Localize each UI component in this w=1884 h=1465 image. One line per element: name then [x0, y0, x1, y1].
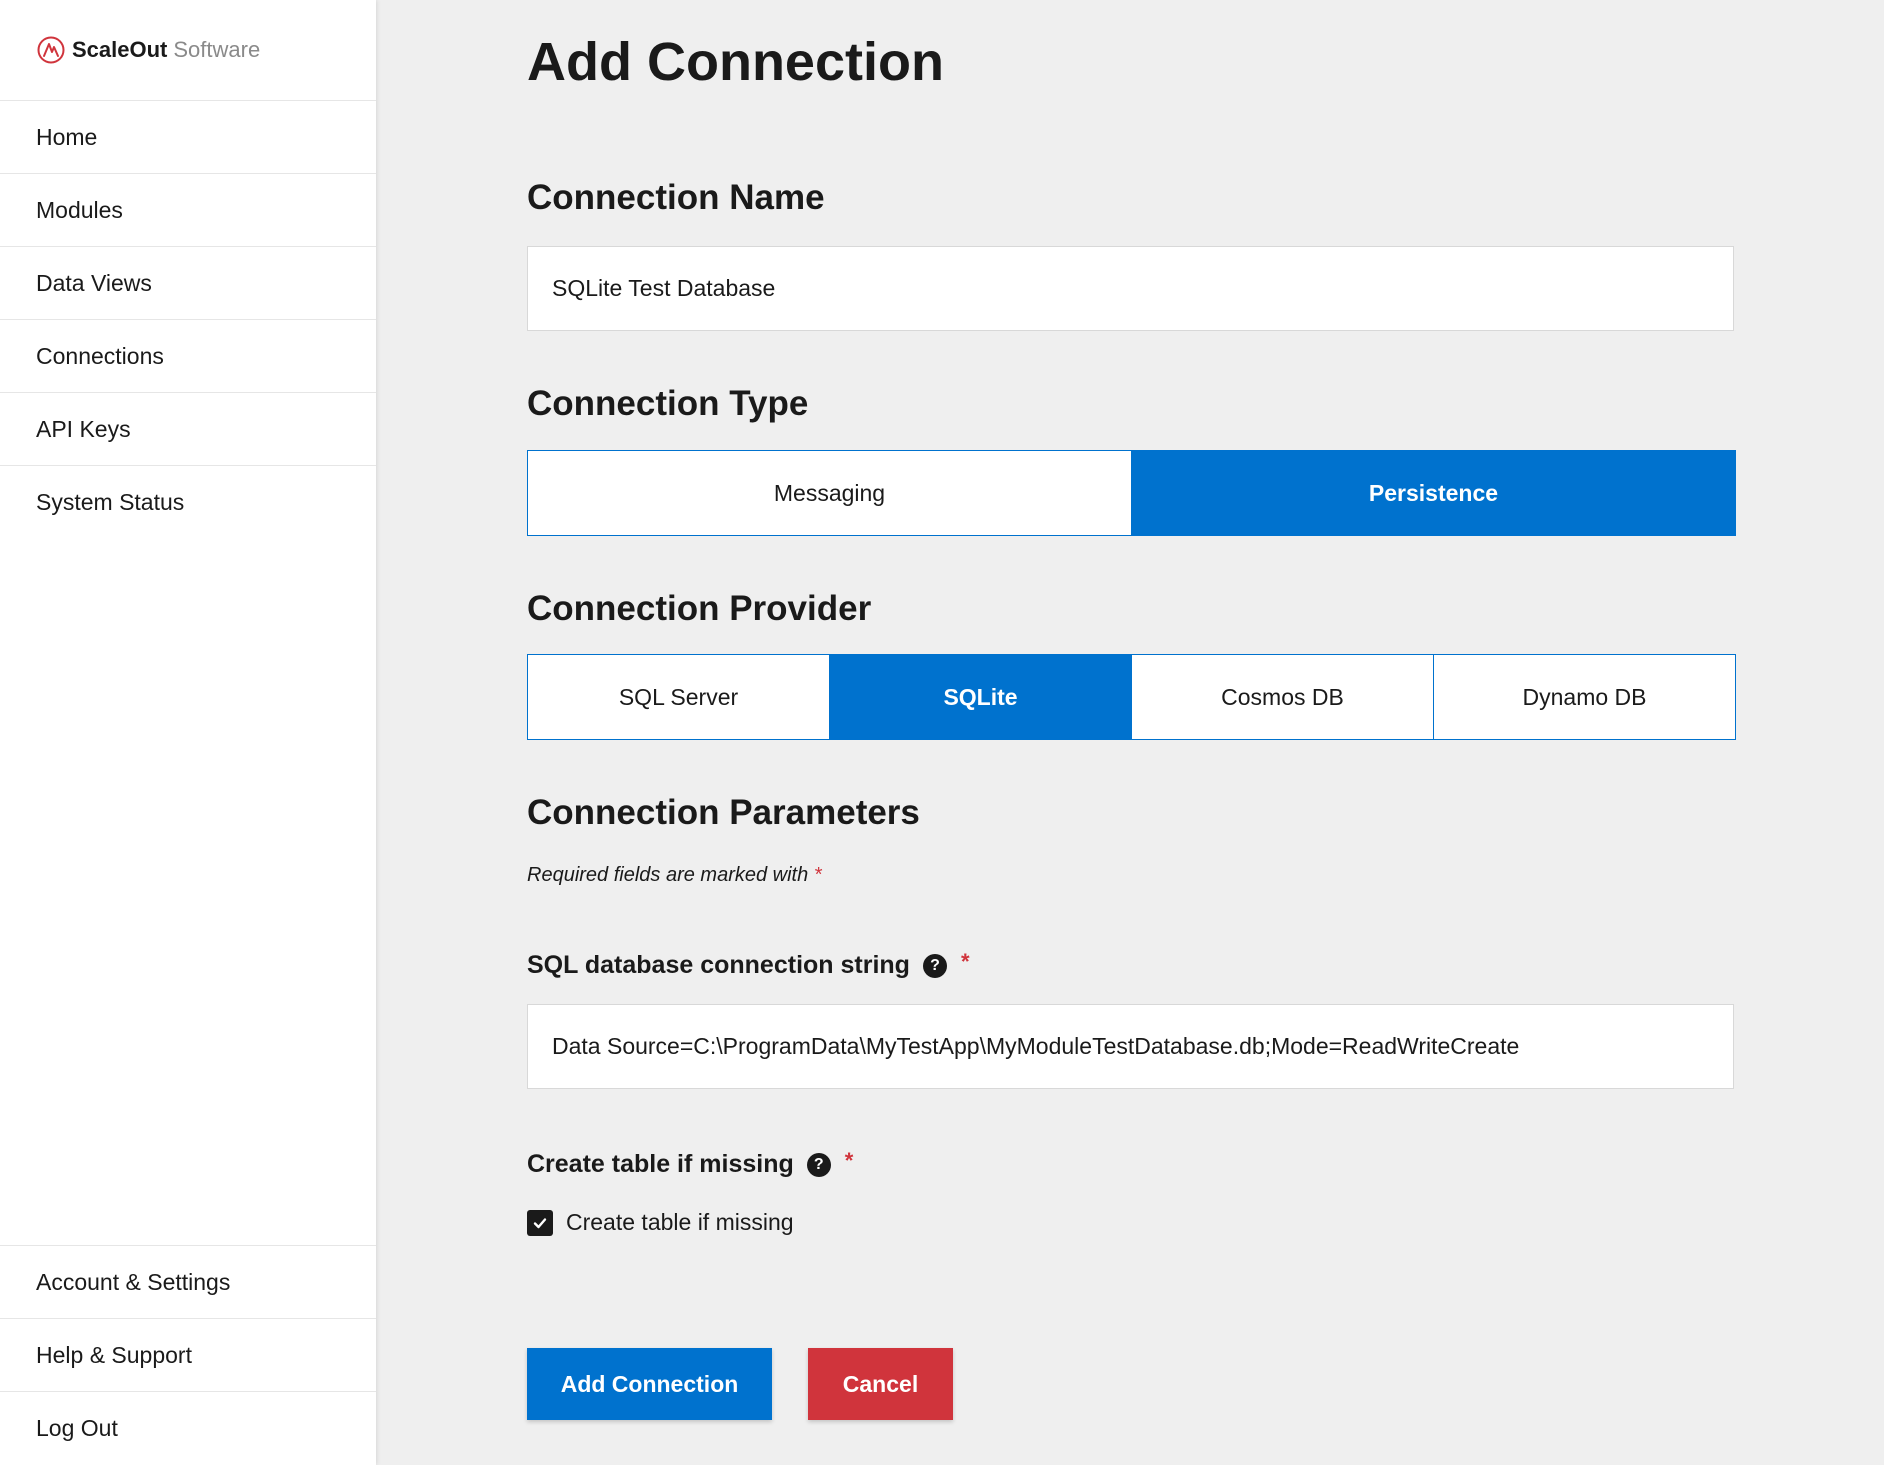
provider-dynamo-db[interactable]: Dynamo DB [1433, 655, 1735, 739]
connection-name-heading: Connection Name [527, 178, 825, 217]
create-table-label: Create table if missing ? * [527, 1147, 854, 1179]
conn-string-help-icon[interactable]: ? [922, 953, 947, 978]
connection-type-persistence[interactable]: Persistence [1131, 451, 1735, 535]
add-connection-button[interactable]: Add Connection [527, 1348, 772, 1420]
required-fields-note: Required fields are marked with * [527, 864, 822, 887]
create-table-checkbox-label: Create table if missing [566, 1209, 794, 1235]
page-title: Add Connection [527, 32, 944, 92]
conn-string-input[interactable] [527, 1004, 1734, 1089]
brand-name: ScaleOut [72, 37, 168, 62]
required-star: * [813, 864, 822, 886]
nav-item-help-support[interactable]: Help & Support [0, 1319, 376, 1392]
brand-subtitle: Software [173, 37, 261, 62]
bottom-nav: Account & Settings Help & Support Log Ou… [0, 1245, 376, 1465]
create-table-checkbox[interactable] [527, 1209, 553, 1236]
nav-item-api-keys[interactable]: API Keys [0, 393, 376, 466]
sidebar: ScaleOut Software Home Modules Data View… [0, 0, 376, 1465]
provider-cosmos-db[interactable]: Cosmos DB [1131, 655, 1433, 739]
create-table-checkbox-row[interactable]: Create table if missing [527, 1209, 794, 1236]
nav-item-account-settings[interactable]: Account & Settings [0, 1246, 376, 1319]
provider-sqlite[interactable]: SQLite [829, 655, 1131, 739]
nav-item-system-status[interactable]: System Status [0, 466, 376, 539]
nav-item-connections[interactable]: Connections [0, 320, 376, 393]
connection-provider-heading: Connection Provider [527, 589, 872, 628]
scaleout-logo-icon [37, 36, 65, 64]
connection-parameters-heading: Connection Parameters [527, 793, 920, 832]
conn-string-label: SQL database connection string ? * [527, 948, 970, 980]
connection-provider-selector: SQL Server SQLite Cosmos DB Dynamo DB [527, 654, 1736, 740]
create-table-required-star: * [844, 1147, 854, 1173]
nav-item-home[interactable]: Home [0, 101, 376, 174]
conn-string-label-text: SQL database connection string [527, 951, 910, 979]
connection-type-selector: Messaging Persistence [527, 450, 1736, 536]
main-nav: Home Modules Data Views Connections API … [0, 101, 376, 539]
connection-type-messaging[interactable]: Messaging [528, 451, 1131, 535]
conn-string-required-star: * [960, 948, 970, 974]
connection-type-heading: Connection Type [527, 384, 809, 423]
nav-item-data-views[interactable]: Data Views [0, 247, 376, 320]
nav-item-modules[interactable]: Modules [0, 174, 376, 247]
create-table-label-text: Create table if missing [527, 1150, 794, 1178]
create-table-help-icon[interactable]: ? [806, 1152, 831, 1177]
cancel-button[interactable]: Cancel [808, 1348, 953, 1420]
checkmark-icon [533, 1217, 547, 1228]
required-note-text: Required fields are marked with [527, 864, 809, 886]
nav-item-log-out[interactable]: Log Out [0, 1392, 376, 1465]
brand-logo[interactable]: ScaleOut Software [0, 0, 376, 101]
provider-sql-server[interactable]: SQL Server [528, 655, 829, 739]
connection-name-input[interactable] [527, 246, 1734, 331]
